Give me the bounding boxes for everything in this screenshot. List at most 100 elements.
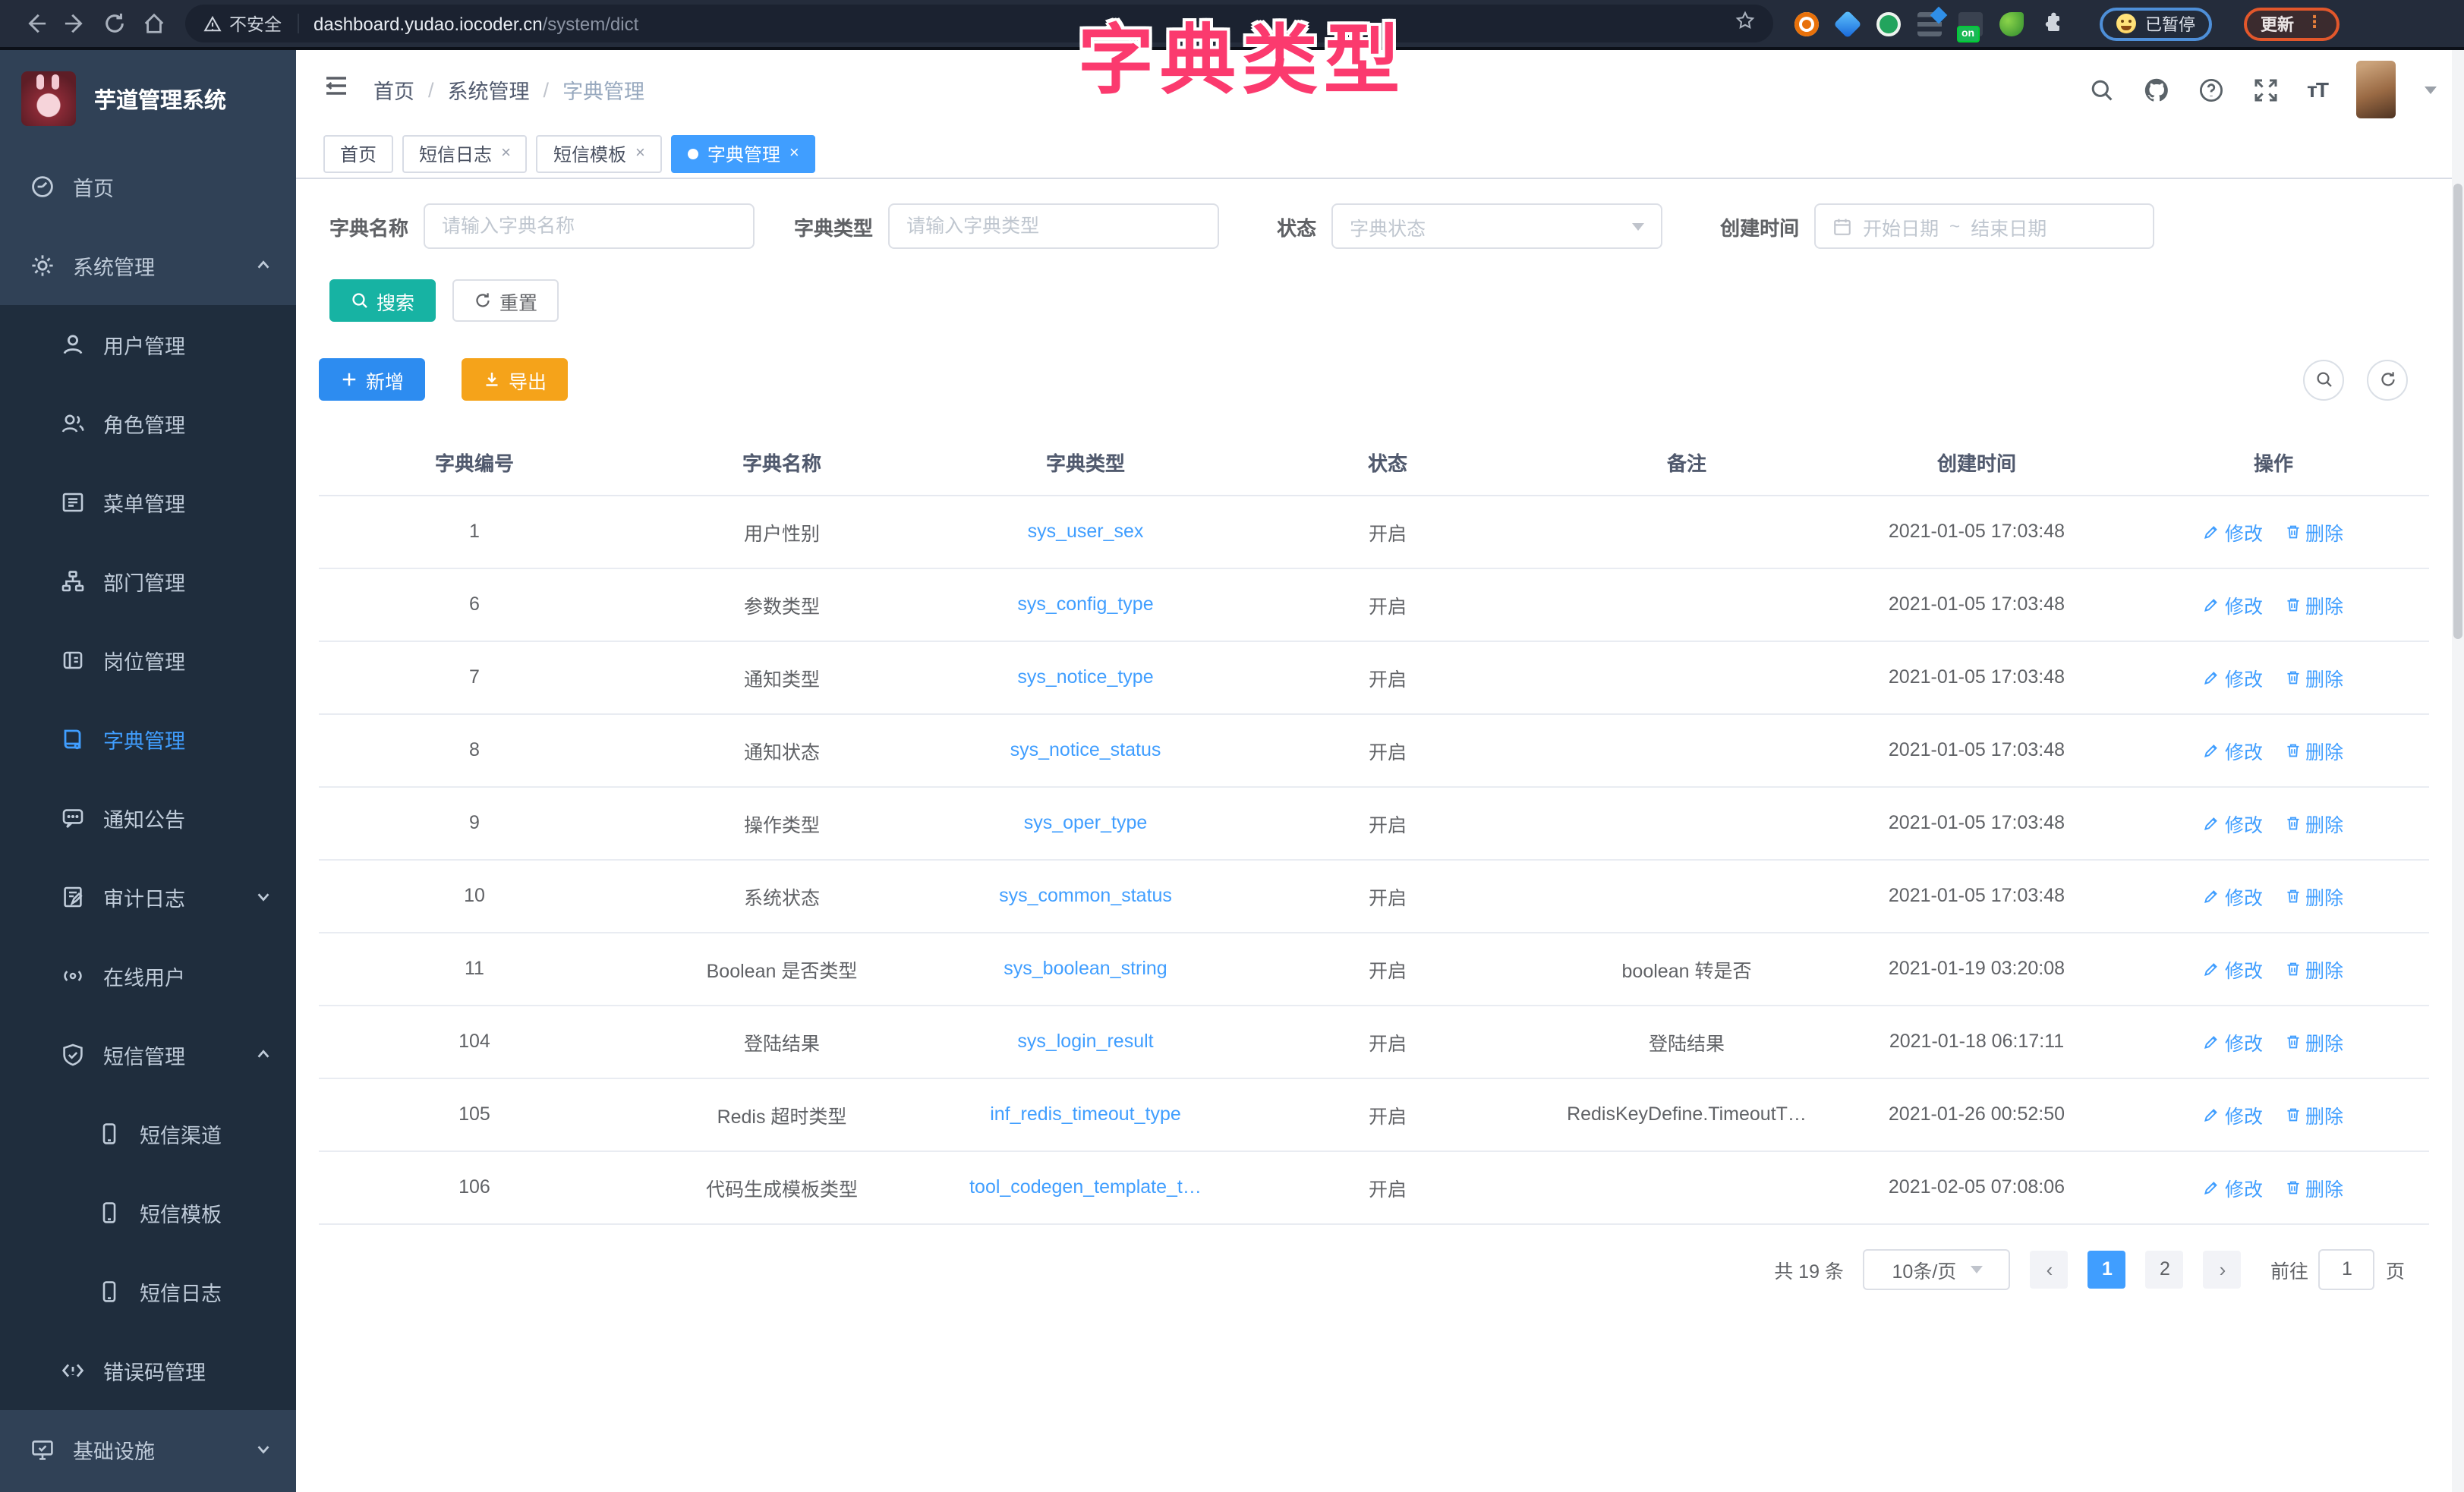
delete-button[interactable]: 删除 xyxy=(2284,1027,2343,1056)
user-avatar[interactable] xyxy=(2356,61,2396,118)
home-icon[interactable] xyxy=(134,4,173,43)
sidebar-item-menus[interactable]: 菜单管理 xyxy=(0,463,296,542)
sidebar-item-home[interactable]: 首页 xyxy=(0,147,296,226)
tab-home[interactable]: 首页 xyxy=(323,134,393,172)
dict-type-link[interactable]: sys_config_type xyxy=(934,568,1237,641)
prev-page-button[interactable]: ‹ xyxy=(2031,1250,2069,1288)
start-date[interactable]: 开始日期 xyxy=(1863,212,1939,241)
fullscreen-icon[interactable] xyxy=(2252,77,2278,102)
extension-leaf-icon[interactable] xyxy=(1999,11,2024,36)
goto-page-input[interactable] xyxy=(2319,1248,2375,1289)
delete-button[interactable]: 删除 xyxy=(2284,1173,2343,1201)
sidebar-toggle-icon[interactable] xyxy=(323,73,349,106)
back-icon[interactable] xyxy=(15,4,55,43)
address-bar[interactable]: 不安全 dashboard.yudao.iocoder.cn/system/di… xyxy=(185,5,1773,42)
sidebar-item-departments[interactable]: 部门管理 xyxy=(0,542,296,621)
delete-button[interactable]: 删除 xyxy=(2284,517,2343,546)
close-icon[interactable]: × xyxy=(635,144,645,162)
dict-type-link[interactable]: inf_redis_timeout_type xyxy=(934,1078,1237,1150)
url-text[interactable]: dashboard.yudao.iocoder.cn/system/dict xyxy=(314,13,638,34)
font-size-icon[interactable]: тT xyxy=(2307,77,2327,102)
extensions-puzzle-icon[interactable] xyxy=(2040,11,2065,36)
edit-button[interactable]: 修改 xyxy=(2204,663,2263,691)
delete-button[interactable]: 删除 xyxy=(2284,590,2343,619)
breadcrumb-home[interactable]: 首页 xyxy=(373,74,414,105)
date-range-picker[interactable]: 开始日期 ~ 结束日期 xyxy=(1814,203,2154,249)
user-menu-caret-icon[interactable] xyxy=(2425,86,2437,93)
status-select[interactable]: 字典状态 xyxy=(1331,203,1662,249)
extension-gem-icon[interactable] xyxy=(1833,9,1861,37)
browser-menu-icon[interactable]: ⋮ xyxy=(2306,15,2323,32)
search-icon[interactable] xyxy=(2088,77,2114,102)
sidebar-item-sms-template[interactable]: 短信模板 xyxy=(0,1173,296,1252)
sidebar-item-users[interactable]: 用户管理 xyxy=(0,305,296,384)
sidebar-item-infrastructure[interactable]: 基础设施 xyxy=(0,1410,296,1489)
edit-button[interactable]: 修改 xyxy=(2204,1100,2263,1128)
dict-name-input[interactable] xyxy=(424,203,755,249)
end-date[interactable]: 结束日期 xyxy=(1971,212,2047,241)
next-page-button[interactable]: › xyxy=(2204,1250,2242,1288)
reload-icon[interactable] xyxy=(94,4,134,43)
extension-on-icon[interactable]: on xyxy=(1958,11,1983,36)
dict-type-link[interactable]: sys_user_sex xyxy=(934,495,1237,568)
add-button[interactable]: 新增 xyxy=(319,358,425,401)
tab-sms-log[interactable]: 短信日志× xyxy=(402,134,528,172)
close-icon[interactable]: × xyxy=(789,144,799,162)
edit-button[interactable]: 修改 xyxy=(2204,808,2263,837)
forward-icon[interactable] xyxy=(55,4,94,43)
app-logo[interactable]: 芋道管理系统 xyxy=(0,50,296,147)
search-button[interactable]: 搜索 xyxy=(329,279,436,322)
delete-button[interactable]: 删除 xyxy=(2284,954,2343,983)
dict-type-link[interactable]: sys_login_result xyxy=(934,1005,1237,1078)
breadcrumb-system[interactable]: 系统管理 xyxy=(448,74,530,105)
dict-type-link[interactable]: tool_codegen_template_t… xyxy=(934,1150,1237,1223)
extension-green-icon[interactable] xyxy=(1876,11,1901,36)
edit-button[interactable]: 修改 xyxy=(2204,881,2263,910)
scrollbar-track[interactable] xyxy=(2452,50,2464,1492)
sidebar-item-dict[interactable]: 字典管理 xyxy=(0,700,296,779)
sidebar-item-posts[interactable]: 岗位管理 xyxy=(0,621,296,700)
sidebar-item-sms-log[interactable]: 短信日志 xyxy=(0,1252,296,1331)
edit-button[interactable]: 修改 xyxy=(2204,954,2263,983)
dict-type-link[interactable]: sys_notice_type xyxy=(934,641,1237,713)
delete-button[interactable]: 删除 xyxy=(2284,881,2343,910)
delete-button[interactable]: 删除 xyxy=(2284,808,2343,837)
update-button[interactable]: 更新 ⋮ xyxy=(2244,7,2340,40)
delete-button[interactable]: 删除 xyxy=(2284,735,2343,764)
page-2-button[interactable]: 2 xyxy=(2146,1250,2184,1288)
edit-button[interactable]: 修改 xyxy=(2204,517,2263,546)
page-size-select[interactable]: 10条/页 xyxy=(1864,1248,2011,1289)
sidebar-item-error-codes[interactable]: 错误码管理 xyxy=(0,1331,296,1410)
dict-type-link[interactable]: sys_common_status xyxy=(934,859,1237,932)
sidebar-item-sms[interactable]: 短信管理 xyxy=(0,1015,296,1094)
sidebar-item-system[interactable]: 系统管理 xyxy=(0,226,296,305)
page-1-button[interactable]: 1 xyxy=(2088,1250,2126,1288)
scrollbar-thumb[interactable] xyxy=(2453,184,2462,639)
bookmark-star-icon[interactable] xyxy=(1735,10,1755,37)
extension-target-icon[interactable] xyxy=(1794,11,1819,36)
tab-sms-template[interactable]: 短信模板× xyxy=(537,134,662,172)
show-search-button[interactable] xyxy=(2303,359,2344,400)
close-icon[interactable]: × xyxy=(501,144,511,162)
sidebar-item-roles[interactable]: 角色管理 xyxy=(0,384,296,463)
sidebar-item-online-users[interactable]: 在线用户 xyxy=(0,936,296,1015)
refresh-table-button[interactable] xyxy=(2367,359,2408,400)
reset-button[interactable]: 重置 xyxy=(452,279,559,322)
sidebar-item-audit-log[interactable]: 审计日志 xyxy=(0,858,296,936)
edit-button[interactable]: 修改 xyxy=(2204,1027,2263,1056)
dict-type-input[interactable] xyxy=(888,203,1219,249)
dict-type-link[interactable]: sys_notice_status xyxy=(934,713,1237,786)
dict-type-link[interactable]: sys_boolean_string xyxy=(934,932,1237,1005)
help-icon[interactable] xyxy=(2198,77,2223,102)
tab-dict[interactable]: 字典管理× xyxy=(671,134,816,172)
export-button[interactable]: 导出 xyxy=(462,358,568,401)
delete-button[interactable]: 删除 xyxy=(2284,663,2343,691)
sidebar-item-notices[interactable]: 通知公告 xyxy=(0,779,296,858)
edit-button[interactable]: 修改 xyxy=(2204,735,2263,764)
security-warning[interactable]: 不安全 xyxy=(203,11,282,36)
sidebar-item-sms-channel[interactable]: 短信渠道 xyxy=(0,1094,296,1173)
delete-button[interactable]: 删除 xyxy=(2284,1100,2343,1128)
extension-tabs-icon[interactable] xyxy=(1917,11,1942,36)
edit-button[interactable]: 修改 xyxy=(2204,590,2263,619)
github-icon[interactable] xyxy=(2143,77,2169,102)
